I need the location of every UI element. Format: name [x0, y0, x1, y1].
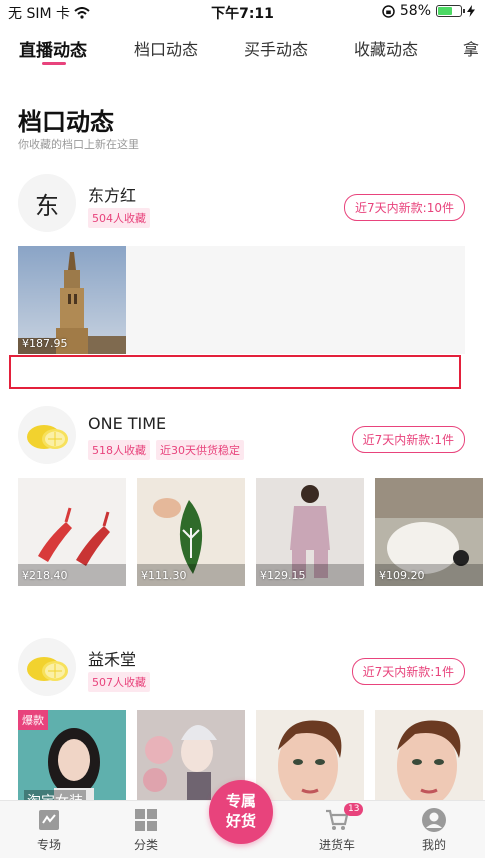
user-icon — [422, 808, 446, 832]
exclusive-goods-button[interactable]: 专属 好货 — [209, 780, 273, 844]
lemon-avatar-image — [27, 425, 68, 449]
product-price: ¥109.20 — [379, 569, 425, 582]
tab-stall[interactable]: 档口动态 — [134, 36, 198, 60]
highlight-box — [9, 355, 461, 389]
nav-category[interactable]: 分类 — [111, 807, 181, 853]
shop-tags: 507人收藏 — [88, 672, 150, 692]
tab-favorites[interactable]: 收藏动态 — [354, 36, 418, 60]
rotation-lock-icon — [382, 4, 395, 18]
shop-tags: 504人收藏 — [88, 208, 150, 228]
battery-icon — [436, 5, 465, 17]
status-bar: 无 SIM 卡 下午7:11 58% — [0, 0, 485, 24]
shop-name[interactable]: 益禾堂 — [88, 646, 136, 670]
lemon-avatar-image — [27, 657, 68, 681]
new-items-button[interactable]: 近7天内新款:10件 — [344, 194, 465, 221]
screen: 无 SIM 卡 下午7:11 58% 直播动态 档口动态 买手动态 收藏动态 拿 — [0, 0, 485, 858]
shop-name[interactable]: 东方红 — [88, 182, 136, 206]
favorite-count-tag: 504人收藏 — [88, 208, 150, 228]
page-subtitle: 你收藏的档口上新在这里 — [18, 138, 139, 151]
battery-percent: 58% — [399, 3, 431, 19]
center-btn-line2: 好货 — [225, 812, 256, 830]
tab-more[interactable]: 拿 — [463, 36, 479, 60]
tab-buyer[interactable]: 买手动态 — [244, 36, 308, 60]
live-icon — [39, 810, 59, 830]
nav-cart[interactable]: 13 进货车 — [302, 803, 372, 853]
shop-avatar[interactable]: 东 — [18, 174, 76, 232]
product-item[interactable]: ¥218.40 — [18, 478, 126, 586]
new-items-button[interactable]: 近7天内新款:1件 — [351, 658, 465, 685]
grid-icon — [135, 809, 157, 831]
nav-live[interactable]: 专场 — [14, 807, 84, 853]
cart-badge: 13 — [344, 803, 364, 816]
charging-bolt-icon — [467, 5, 475, 17]
product-list: ¥187.95 — [18, 246, 126, 354]
nav-label: 分类 — [133, 838, 158, 852]
center-btn-line1: 专属 — [225, 792, 256, 810]
nav-profile[interactable]: 我的 — [399, 807, 469, 853]
shop-avatar[interactable] — [18, 406, 76, 464]
nav-label: 进货车 — [318, 838, 355, 852]
nav-label: 我的 — [421, 838, 446, 852]
product-price: ¥129.15 — [260, 569, 306, 582]
product-item[interactable]: ¥111.30 — [137, 478, 245, 586]
product-item[interactable]: ¥187.95 — [18, 246, 126, 354]
nav-label: 专场 — [36, 838, 61, 852]
shop-tags: 518人收藏 近30天供货稳定 — [88, 440, 244, 460]
product-price: ¥187.95 — [22, 337, 68, 350]
status-right: 58% — [382, 3, 475, 19]
favorite-count-tag: 507人收藏 — [88, 672, 150, 692]
shop-avatar[interactable] — [18, 638, 76, 696]
product-item[interactable]: ¥129.15 — [256, 478, 364, 586]
product-price: ¥111.30 — [141, 569, 187, 582]
shop-name[interactable]: ONE TIME — [88, 414, 166, 433]
product-price: ¥218.40 — [22, 569, 68, 582]
page-title: 档口动态 — [18, 108, 114, 136]
product-item[interactable]: ¥109.20 — [375, 478, 483, 586]
product-list: ¥218.40 ¥111.30 ¥129.15 ¥109.20 — [18, 478, 483, 586]
hot-badge: 爆款 — [18, 710, 48, 730]
new-items-button[interactable]: 近7天内新款:1件 — [351, 426, 465, 453]
favorite-count-tag: 518人收藏 — [88, 440, 150, 460]
supply-stable-tag: 近30天供货稳定 — [156, 440, 244, 460]
active-tab-indicator — [42, 62, 66, 65]
tab-bar: 直播动态 档口动态 买手动态 收藏动态 拿 — [0, 28, 485, 70]
tab-live[interactable]: 直播动态 — [19, 36, 87, 61]
